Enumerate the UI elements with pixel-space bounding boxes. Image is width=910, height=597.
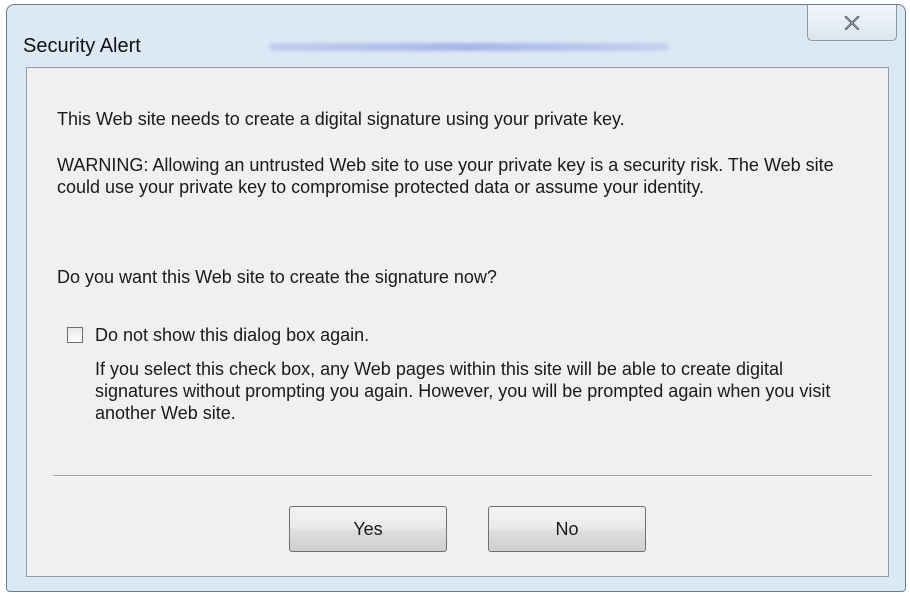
blurred-title-overlay	[269, 43, 669, 51]
warning-text: WARNING: Allowing an untrusted Web site …	[57, 155, 834, 197]
question-text: Do you want this Web site to create the …	[57, 267, 497, 287]
checkbox-help-text: If you select this check box, any Web pa…	[95, 359, 831, 423]
no-button[interactable]: No	[488, 506, 646, 552]
dialog-content: This Web site needs to create a digital …	[26, 67, 889, 577]
dialog-title: Security Alert	[23, 35, 141, 57]
security-alert-dialog: Security Alert This Web site needs to cr…	[6, 4, 906, 592]
close-icon	[844, 15, 860, 30]
dont-show-again-checkbox[interactable]	[67, 327, 83, 343]
intro-text: This Web site needs to create a digital …	[57, 109, 625, 129]
yes-button[interactable]: Yes	[289, 506, 447, 552]
dont-show-again-option[interactable]: Do not show this dialog box again.	[67, 324, 369, 346]
divider	[53, 475, 872, 477]
title-bar[interactable]: Security Alert	[7, 5, 905, 67]
dont-show-again-label[interactable]: Do not show this dialog box again.	[95, 324, 369, 346]
close-button[interactable]	[807, 5, 897, 41]
